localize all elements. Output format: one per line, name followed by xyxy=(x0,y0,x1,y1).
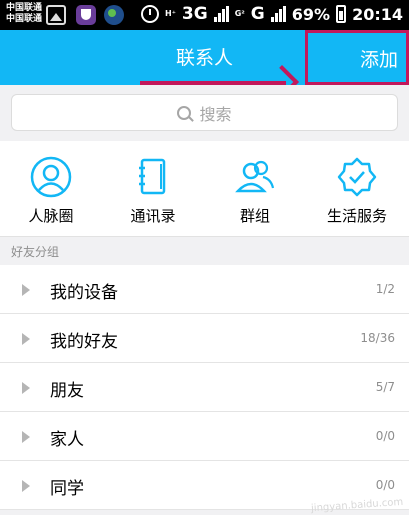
shortcut-label: 群组 xyxy=(239,207,270,225)
group-row-devices[interactable]: 我的设备 1/2 xyxy=(0,265,409,314)
group-name: 我的好友 xyxy=(50,332,118,352)
person-circle-icon xyxy=(30,156,72,198)
group-count: 0/0 xyxy=(375,478,395,492)
alarm-icon xyxy=(141,5,159,23)
shortcut-label: 人脉圈 xyxy=(28,207,74,225)
search-placeholder: 搜索 xyxy=(199,104,232,124)
group-count: 18/36 xyxy=(360,331,395,345)
carrier-2: 中国联通 xyxy=(6,14,43,24)
group-name: 朋友 xyxy=(50,381,84,401)
carrier-1: 中国联通 xyxy=(6,3,43,13)
address-book-icon xyxy=(139,158,166,195)
search-icon xyxy=(177,105,192,120)
battery-icon xyxy=(336,5,347,23)
gallery-icon xyxy=(46,5,66,25)
network-gen-1: 3G xyxy=(181,4,208,24)
signal-icon-2 xyxy=(270,6,286,22)
shortcut-label: 通讯录 xyxy=(130,207,176,225)
group-row-my-friends[interactable]: 我的好友 18/36 xyxy=(0,314,409,363)
group-name: 同学 xyxy=(50,479,84,499)
chevron-right-icon xyxy=(22,431,30,443)
chevron-right-icon xyxy=(22,284,30,296)
network-gen-2: G xyxy=(250,4,265,24)
status-right: H⁺ 3G G² G 69% 20:14 xyxy=(141,4,403,24)
group-count: 5/7 xyxy=(375,380,395,394)
battery-percent: 69% xyxy=(291,4,331,24)
chevron-right-icon xyxy=(22,333,30,345)
group-count: 0/0 xyxy=(375,429,395,443)
add-button[interactable]: 添加 xyxy=(305,30,409,85)
signal-icon xyxy=(213,6,229,22)
search-area: 搜索 xyxy=(0,85,409,141)
group-count: 1/2 xyxy=(375,282,395,296)
shortcut-groups[interactable]: 群组 xyxy=(204,141,306,237)
carrier-labels: 中国联通 中国联通 xyxy=(6,3,42,25)
shortcut-row: 人脉圈 通讯录 群组 生活服务 xyxy=(0,141,409,237)
network-type-2: G² xyxy=(234,9,245,18)
chevron-right-icon xyxy=(22,382,30,394)
group-icon xyxy=(235,160,275,193)
globe-icon xyxy=(104,5,124,25)
shield-icon xyxy=(76,5,96,25)
status-bar: 中国联通 中国联通 H⁺ 3G G² G 69% 20:14 xyxy=(0,0,409,30)
group-name: 我的设备 xyxy=(50,283,118,303)
friend-groups-header: 好友分组 xyxy=(0,237,409,265)
shortcut-address-book[interactable]: 通讯录 xyxy=(102,141,204,237)
shortcut-label: 生活服务 xyxy=(326,207,387,225)
group-row-family[interactable]: 家人 0/0 xyxy=(0,412,409,461)
title-bar: 联系人 添加 xyxy=(0,30,409,99)
clock: 20:14 xyxy=(352,4,403,24)
shortcut-life-services[interactable]: 生活服务 xyxy=(306,141,408,237)
search-input[interactable]: 搜索 xyxy=(11,94,398,131)
shortcut-people-circle[interactable]: 人脉圈 xyxy=(0,141,102,237)
group-row-friends[interactable]: 朋友 5/7 xyxy=(0,363,409,412)
network-type-1: H⁺ xyxy=(165,9,176,18)
group-list: 我的设备 1/2 我的好友 18/36 朋友 5/7 家人 0/0 同学 0/0 xyxy=(0,265,409,510)
group-name: 家人 xyxy=(50,430,84,450)
chevron-right-icon xyxy=(22,480,30,492)
service-badge-icon xyxy=(337,157,377,197)
